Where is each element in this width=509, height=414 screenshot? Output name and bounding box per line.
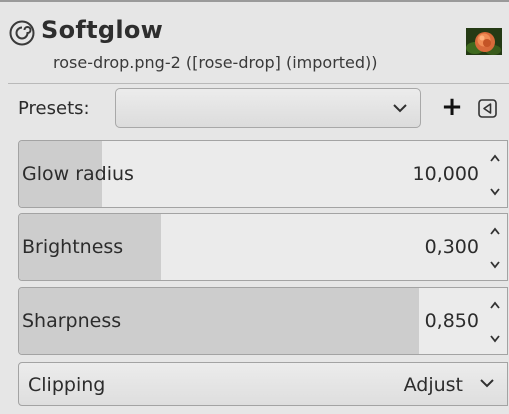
filter-spiral-icon xyxy=(9,20,35,46)
increment-arrow-icon[interactable] xyxy=(485,296,505,316)
dialog-header: Softglow rose-drop.png-2 ([rose-drop] (i… xyxy=(0,2,509,82)
dialog-title: Softglow xyxy=(41,16,164,44)
glow-radius-value[interactable]: 10,000 xyxy=(413,163,479,185)
sharpness-scale[interactable]: Sharpness 0,850 xyxy=(18,287,508,355)
decrement-arrow-icon[interactable] xyxy=(485,181,505,201)
presets-dropdown[interactable] xyxy=(115,88,421,128)
decrement-arrow-icon[interactable] xyxy=(485,328,505,348)
presets-menu-button[interactable] xyxy=(478,99,497,118)
decrement-arrow-icon[interactable] xyxy=(485,254,505,274)
clipping-value: Adjust xyxy=(403,374,463,396)
glow-radius-label: Glow radius xyxy=(22,163,134,185)
increment-arrow-icon[interactable] xyxy=(485,149,505,169)
increment-arrow-icon[interactable] xyxy=(485,222,505,242)
image-subtitle: rose-drop.png-2 ([rose-drop] (imported)) xyxy=(53,53,378,72)
sharpness-label: Sharpness xyxy=(22,310,122,332)
header-separator xyxy=(8,83,509,84)
clipping-dropdown[interactable]: Clipping Adjust xyxy=(18,362,508,406)
brightness-label: Brightness xyxy=(22,236,124,258)
chevron-down-icon xyxy=(480,379,494,388)
image-thumbnail xyxy=(466,28,502,55)
presets-label: Presets: xyxy=(18,98,90,119)
chevron-down-icon xyxy=(393,104,407,113)
brightness-value[interactable]: 0,300 xyxy=(425,236,479,258)
plus-icon: + xyxy=(441,92,463,122)
brightness-scale[interactable]: Brightness 0,300 xyxy=(18,213,508,281)
glow-radius-scale[interactable]: Glow radius 10,000 xyxy=(18,140,508,208)
sharpness-value[interactable]: 0,850 xyxy=(425,310,479,332)
add-preset-button[interactable]: + xyxy=(440,92,464,122)
clipping-label: Clipping xyxy=(28,374,106,396)
